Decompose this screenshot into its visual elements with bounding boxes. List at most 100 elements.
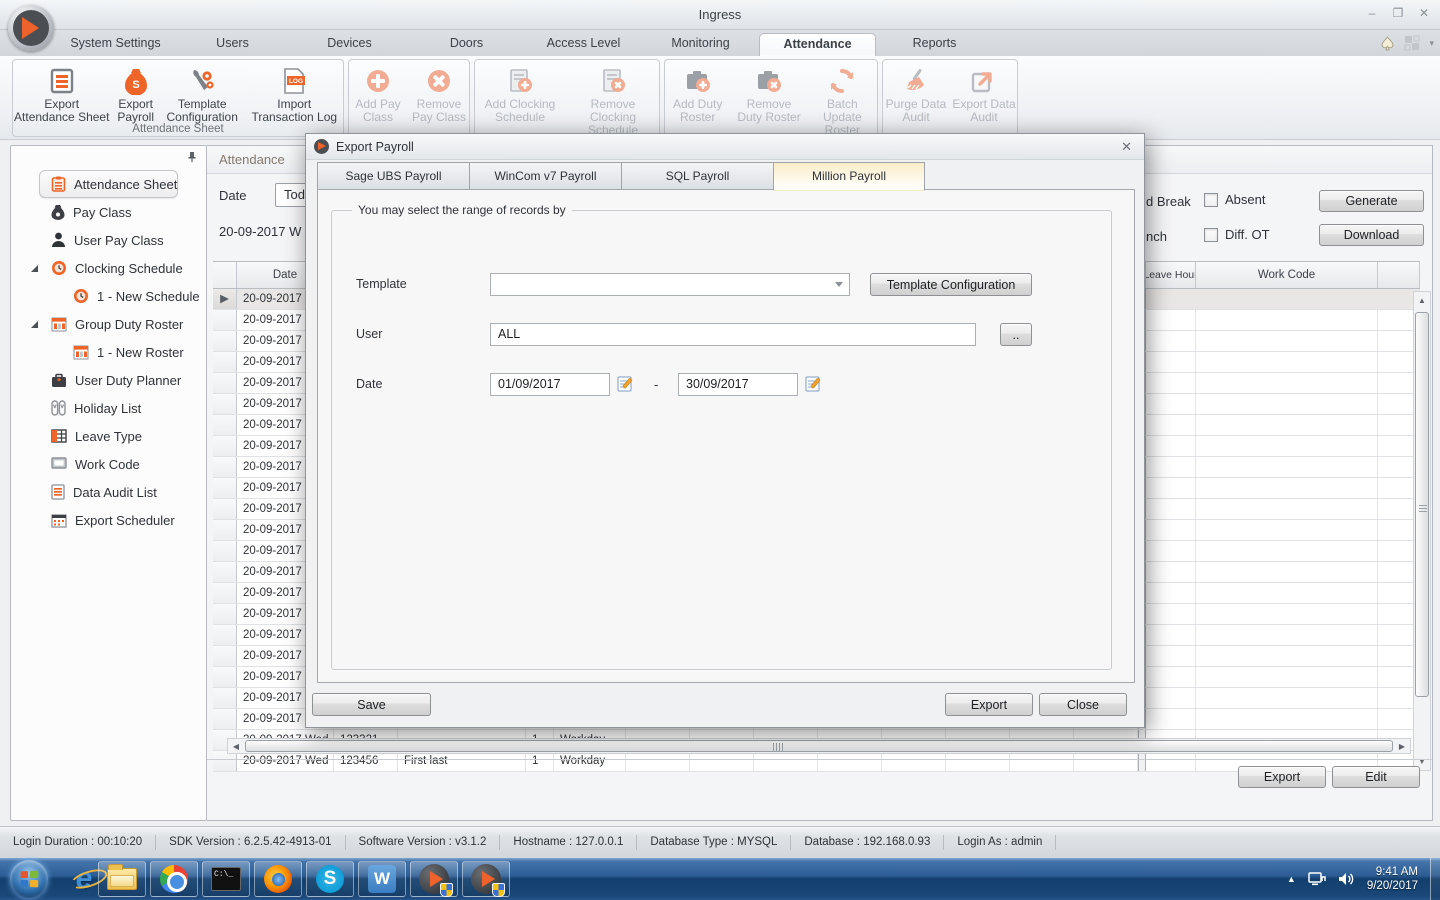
app-logo-icon[interactable] — [8, 5, 54, 51]
expander-icon[interactable] — [31, 320, 38, 328]
taskbar-command-prompt[interactable]: C:\_ — [202, 861, 250, 897]
tab-sage-ubs-payroll[interactable]: Sage UBS Payroll — [317, 162, 469, 190]
taskbar-file-explorer[interactable] — [98, 861, 146, 897]
absent-checkbox[interactable]: Absent — [1204, 192, 1265, 207]
tab-sql-payroll[interactable]: SQL Payroll — [621, 162, 773, 190]
tab-wincom-v7-payroll[interactable]: WinCom v7 Payroll — [469, 162, 621, 190]
restore-button[interactable]: ❐ — [1390, 6, 1406, 20]
vertical-scrollbar[interactable]: ▲ ▼ — [1413, 291, 1431, 771]
layout-grid-icon[interactable] — [1404, 35, 1420, 51]
tab-million-payroll[interactable]: Million Payroll — [773, 162, 925, 191]
chrome-icon — [160, 865, 188, 893]
lunch-option-fragment: nch — [1146, 229, 1167, 244]
sidebar-item-user-pay-class[interactable]: User Pay Class — [11, 226, 206, 254]
skype-icon: S — [316, 865, 344, 893]
browse-users-button[interactable]: .. — [1000, 323, 1032, 346]
column-header-work-code[interactable]: Work Code — [1196, 262, 1378, 288]
template-configuration-button[interactable]: Template Configuration — [161, 64, 244, 126]
checkbox-icon[interactable] — [1204, 192, 1218, 207]
sidebar-item-attendance-sheet[interactable]: Attendance Sheet — [11, 170, 206, 198]
refresh-icon — [828, 66, 856, 96]
calendar-picker-icon[interactable] — [617, 375, 635, 393]
sidebar-item-export-scheduler[interactable]: Export Scheduler — [11, 506, 206, 534]
sidebar-item-new-roster[interactable]: 1 - New Roster — [11, 338, 206, 366]
scroll-up-arrow[interactable]: ▲ — [1414, 292, 1430, 309]
system-tray: ▲ 9:41 AM 9/20/2017 — [1287, 858, 1418, 900]
calendar-picker-icon[interactable] — [805, 375, 823, 393]
template-configuration-dialog-button[interactable]: Template Configuration — [870, 273, 1032, 296]
template-combobox[interactable] — [490, 273, 850, 296]
scrollbar-thumb[interactable] — [245, 740, 1393, 752]
schedule-add-icon — [506, 66, 534, 96]
date-label: Date — [356, 377, 383, 391]
chevron-down-icon[interactable]: ▾ — [1429, 38, 1434, 49]
sidebar-item-pay-class[interactable]: Pay Class — [11, 198, 206, 226]
taskbar-firefox[interactable] — [254, 861, 302, 897]
broom-icon — [902, 66, 930, 96]
taskbar-clock[interactable]: 9:41 AM 9/20/2017 — [1367, 865, 1418, 893]
window-titlebar: Ingress – ❐ ✕ — [0, 0, 1440, 30]
export-attendance-sheet-button[interactable]: Export Attendance Sheet — [13, 64, 110, 126]
close-button[interactable]: ✕ — [1416, 6, 1432, 20]
tab-users[interactable]: Users — [174, 33, 291, 56]
spade-icon[interactable] — [1380, 35, 1395, 51]
taskbar-chrome[interactable] — [150, 861, 198, 897]
tab-reports[interactable]: Reports — [876, 33, 993, 56]
sidebar-item-work-code[interactable]: Work Code — [11, 450, 206, 478]
sidebar-item-leave-type[interactable]: Leave Type — [11, 422, 206, 450]
taskbar-skype[interactable]: S — [306, 861, 354, 897]
tab-doors[interactable]: Doors — [408, 33, 525, 56]
speaker-icon[interactable] — [1338, 871, 1355, 887]
table-icon — [51, 429, 67, 443]
wrench-gears-icon — [188, 66, 216, 96]
scroll-right-arrow[interactable]: ▶ — [1394, 742, 1410, 751]
internet-explorer-icon: e — [75, 862, 93, 895]
dialog-export-button[interactable]: Export — [945, 693, 1033, 716]
start-button[interactable] — [10, 860, 48, 898]
download-button[interactable]: Download — [1319, 224, 1424, 246]
sidebar-item-new-schedule[interactable]: 1 - New Schedule — [11, 282, 206, 310]
dialog-save-button[interactable]: Save — [312, 693, 431, 716]
taskbar-ingress-1[interactable] — [410, 861, 458, 897]
show-desktop-button[interactable] — [1430, 858, 1440, 900]
horizontal-scrollbar[interactable]: ◀ ▶ — [227, 738, 1411, 754]
taskbar-ingress-2[interactable] — [462, 861, 510, 897]
export-button[interactable]: Export — [1238, 766, 1326, 788]
tab-access-level[interactable]: Access Level — [525, 33, 642, 56]
diff-ot-checkbox[interactable]: Diff. OT — [1204, 227, 1270, 242]
scroll-left-arrow[interactable]: ◀ — [228, 742, 244, 751]
scrollbar-thumb[interactable] — [1415, 312, 1429, 697]
date-to-input[interactable]: 30/09/2017 — [678, 373, 798, 396]
taskbar-w-app[interactable]: W — [358, 861, 406, 897]
sidebar-item-holiday-list[interactable]: Holiday List — [11, 394, 206, 422]
minimize-button[interactable]: – — [1364, 6, 1380, 20]
checkbox-icon[interactable] — [1204, 227, 1218, 242]
sidebar-item-user-duty-planner[interactable]: User Duty Planner — [11, 366, 206, 394]
ingress-icon — [419, 864, 453, 897]
sidebar-item-clocking-schedule[interactable]: Clocking Schedule — [11, 254, 206, 282]
folder-icon — [107, 864, 137, 890]
remove-circle-icon — [426, 66, 452, 96]
status-bar: Login Duration : 00:10:20 SDK Version : … — [0, 826, 1440, 858]
tab-system-settings[interactable]: System Settings — [57, 33, 174, 56]
show-hidden-icons[interactable]: ▲ — [1287, 874, 1296, 884]
dialog-close-button[interactable]: ✕ — [1117, 139, 1136, 155]
expander-icon[interactable] — [31, 264, 38, 272]
column-header-leave-hour[interactable]: Leave Hour — [1146, 262, 1196, 288]
export-payroll-button[interactable]: S Export Payroll — [112, 64, 158, 126]
edit-button[interactable]: Edit — [1332, 766, 1420, 788]
dialog-close-action-button[interactable]: Close — [1039, 693, 1127, 716]
sidebar-item-group-duty-roster[interactable]: Group Duty Roster — [11, 310, 206, 338]
ribbon: Export Attendance Sheet S Export Payroll… — [0, 56, 1440, 140]
sidebar-item-data-audit-list[interactable]: Data Audit List — [11, 478, 206, 506]
firefox-icon — [264, 865, 292, 893]
tab-devices[interactable]: Devices — [291, 33, 408, 56]
date-from-input[interactable]: 01/09/2017 — [490, 373, 610, 396]
user-input[interactable]: ALL — [490, 323, 976, 346]
tab-attendance[interactable]: Attendance — [759, 33, 876, 56]
pin-icon[interactable] — [186, 151, 198, 163]
network-icon[interactable] — [1308, 871, 1326, 887]
generate-button[interactable]: Generate — [1319, 190, 1424, 212]
import-transaction-log-button[interactable]: LOG Import Transaction Log — [246, 64, 343, 126]
tab-monitoring[interactable]: Monitoring — [642, 33, 759, 56]
